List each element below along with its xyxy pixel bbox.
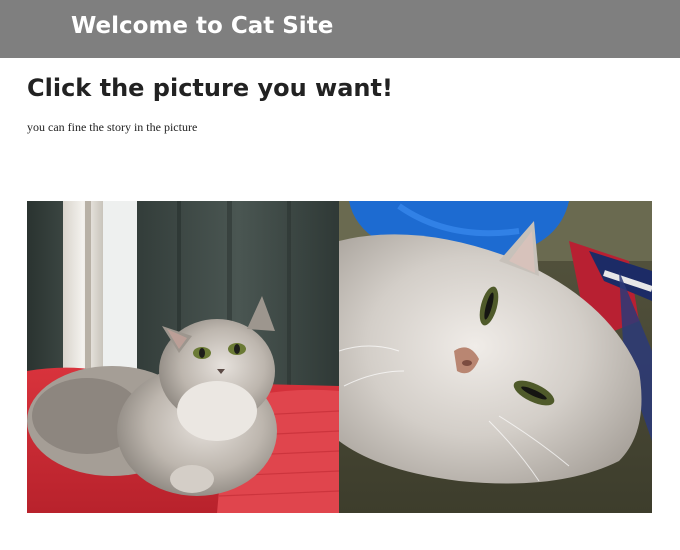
cat-lying-image: [339, 201, 652, 513]
site-title: Welcome to Cat Site: [71, 13, 334, 39]
cat-photo-sitting[interactable]: [27, 201, 339, 513]
page-subtitle: you can fine the story in the picture: [27, 120, 198, 134]
cat-sitting-image: [27, 201, 339, 513]
page-heading: Click the picture you want!: [27, 74, 393, 102]
site-header: Welcome to Cat Site: [0, 0, 680, 58]
cat-photo-lying[interactable]: [339, 201, 652, 513]
